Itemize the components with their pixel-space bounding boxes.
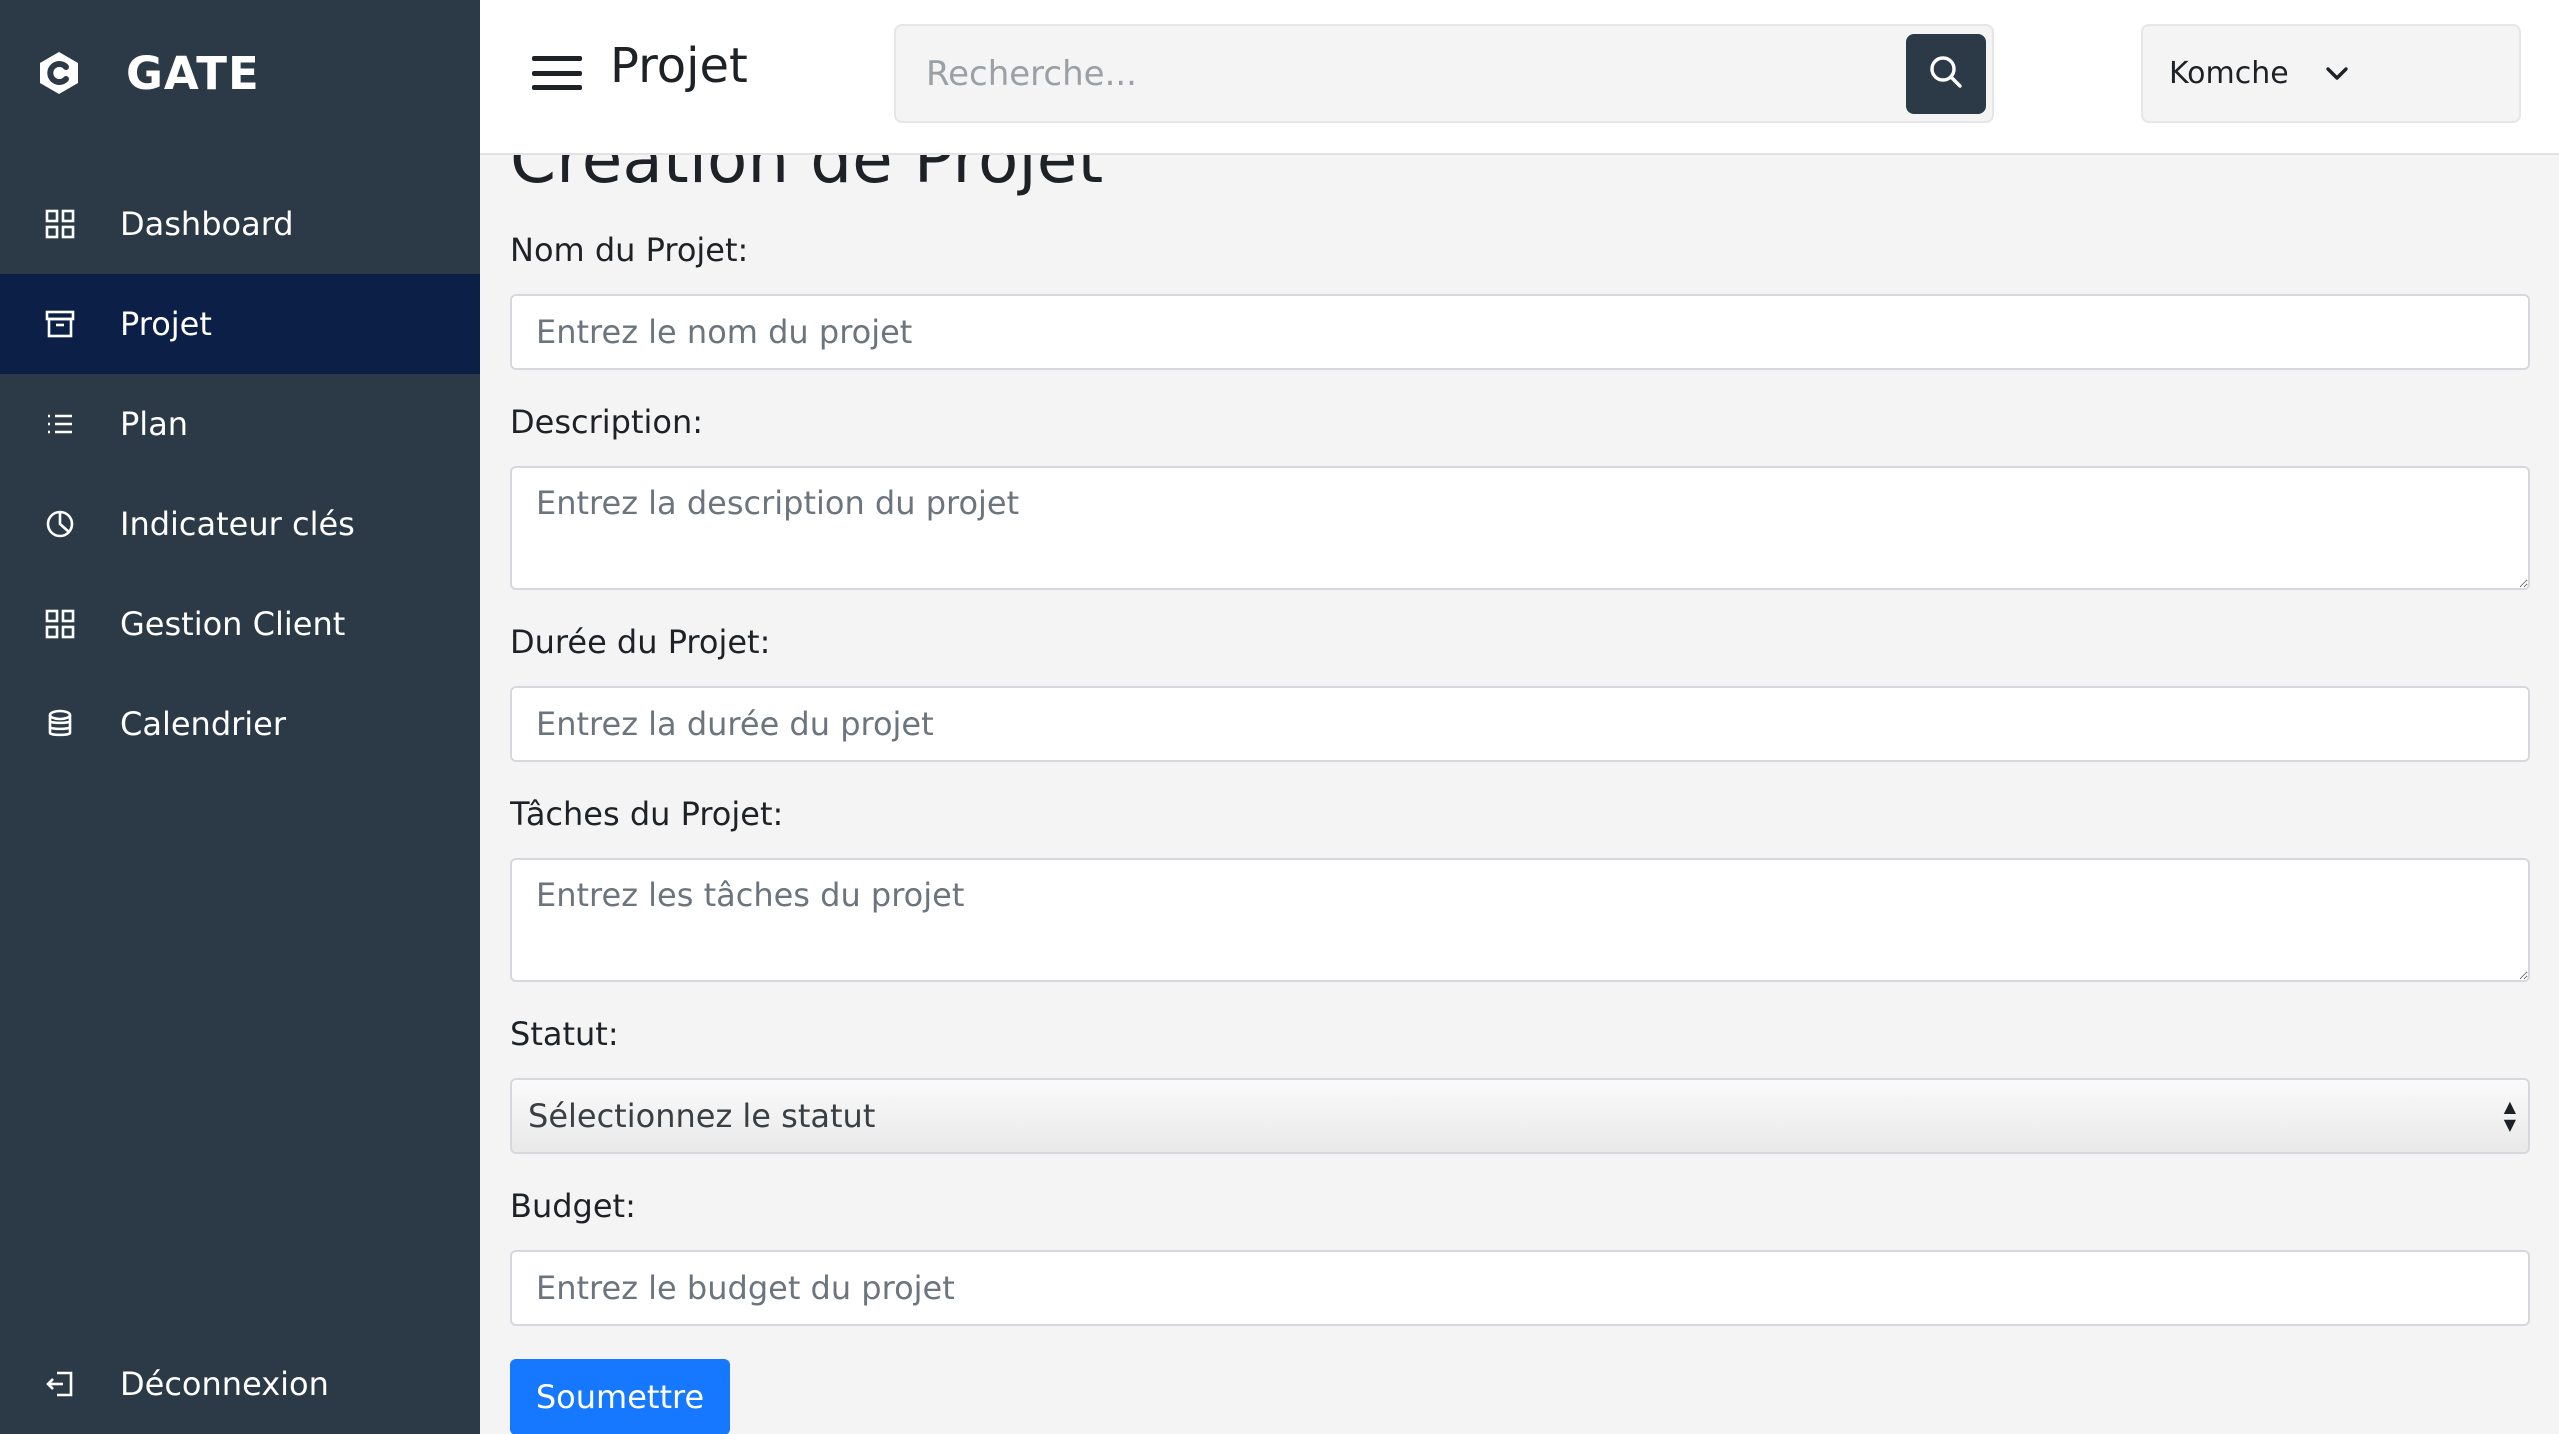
brand[interactable]: GATE [36,38,260,108]
duration-label: Durée du Projet: [510,623,771,661]
database-icon [40,704,80,744]
pie-chart-icon [40,504,80,544]
tasks-label: Tâches du Projet: [510,795,784,833]
project-name-label: Nom du Projet: [510,231,749,269]
grid-icon [40,604,80,644]
list-icon [40,404,80,444]
description-field[interactable] [510,466,2530,590]
logout-icon [40,1364,80,1404]
description-label: Description: [510,403,704,441]
budget-field[interactable] [510,1250,2530,1326]
sidebar-item-label: Projet [120,305,212,343]
status-label: Statut: [510,1015,619,1053]
search-input[interactable] [896,26,1896,121]
grid-icon [40,204,80,244]
sidebar-item-indicateur-cles[interactable]: Indicateur clés [0,474,480,574]
project-name-field[interactable] [510,294,2530,370]
sidebar-item-label: Gestion Client [120,605,346,643]
chevron-down-icon [2323,59,2353,89]
status-select[interactable]: Sélectionnez le statut ▲ ▼ [510,1078,2530,1154]
app-name: GATE [126,46,260,100]
gate-logo-icon [36,50,82,96]
search-box [894,24,1994,123]
sidebar-nav: Dashboard Projet Plan Indicateur clés Ge… [0,174,480,774]
sidebar-item-gestion-client[interactable]: Gestion Client [0,574,480,674]
tasks-field[interactable] [510,858,2530,982]
sidebar-item-label: Dashboard [120,205,294,243]
status-select-value: Sélectionnez le statut [528,1097,876,1135]
hamburger-menu-icon[interactable] [530,50,584,96]
page-header-title: Projet [610,38,748,94]
topbar: Projet Komche [480,0,2559,155]
submit-button[interactable]: Soumettre [510,1359,730,1434]
budget-label: Budget: [510,1187,636,1225]
sidebar-item-plan[interactable]: Plan [0,374,480,474]
select-arrows-icon: ▲ ▼ [2503,1097,2516,1134]
sidebar: GATE Dashboard Projet Plan Indicateur cl… [0,0,480,1434]
duration-field[interactable] [510,686,2530,762]
user-menu[interactable]: Komche [2141,24,2521,123]
sidebar-item-label: Plan [120,405,189,443]
search-icon [1927,53,1965,95]
project-form: Création de Projet Nom du Projet: Descri… [510,155,2530,1434]
archive-icon [40,304,80,344]
sidebar-item-dashboard[interactable]: Dashboard [0,174,480,274]
logout-button[interactable]: Déconnexion [0,1334,480,1434]
sidebar-item-calendrier[interactable]: Calendrier [0,674,480,774]
logout-label: Déconnexion [120,1365,329,1403]
sidebar-item-projet[interactable]: Projet [0,274,480,374]
sidebar-item-label: Indicateur clés [120,505,355,543]
page-title: Création de Projet [510,155,1104,198]
user-name: Komche [2169,56,2289,91]
sidebar-item-label: Calendrier [120,705,287,743]
search-button[interactable] [1906,34,1986,114]
